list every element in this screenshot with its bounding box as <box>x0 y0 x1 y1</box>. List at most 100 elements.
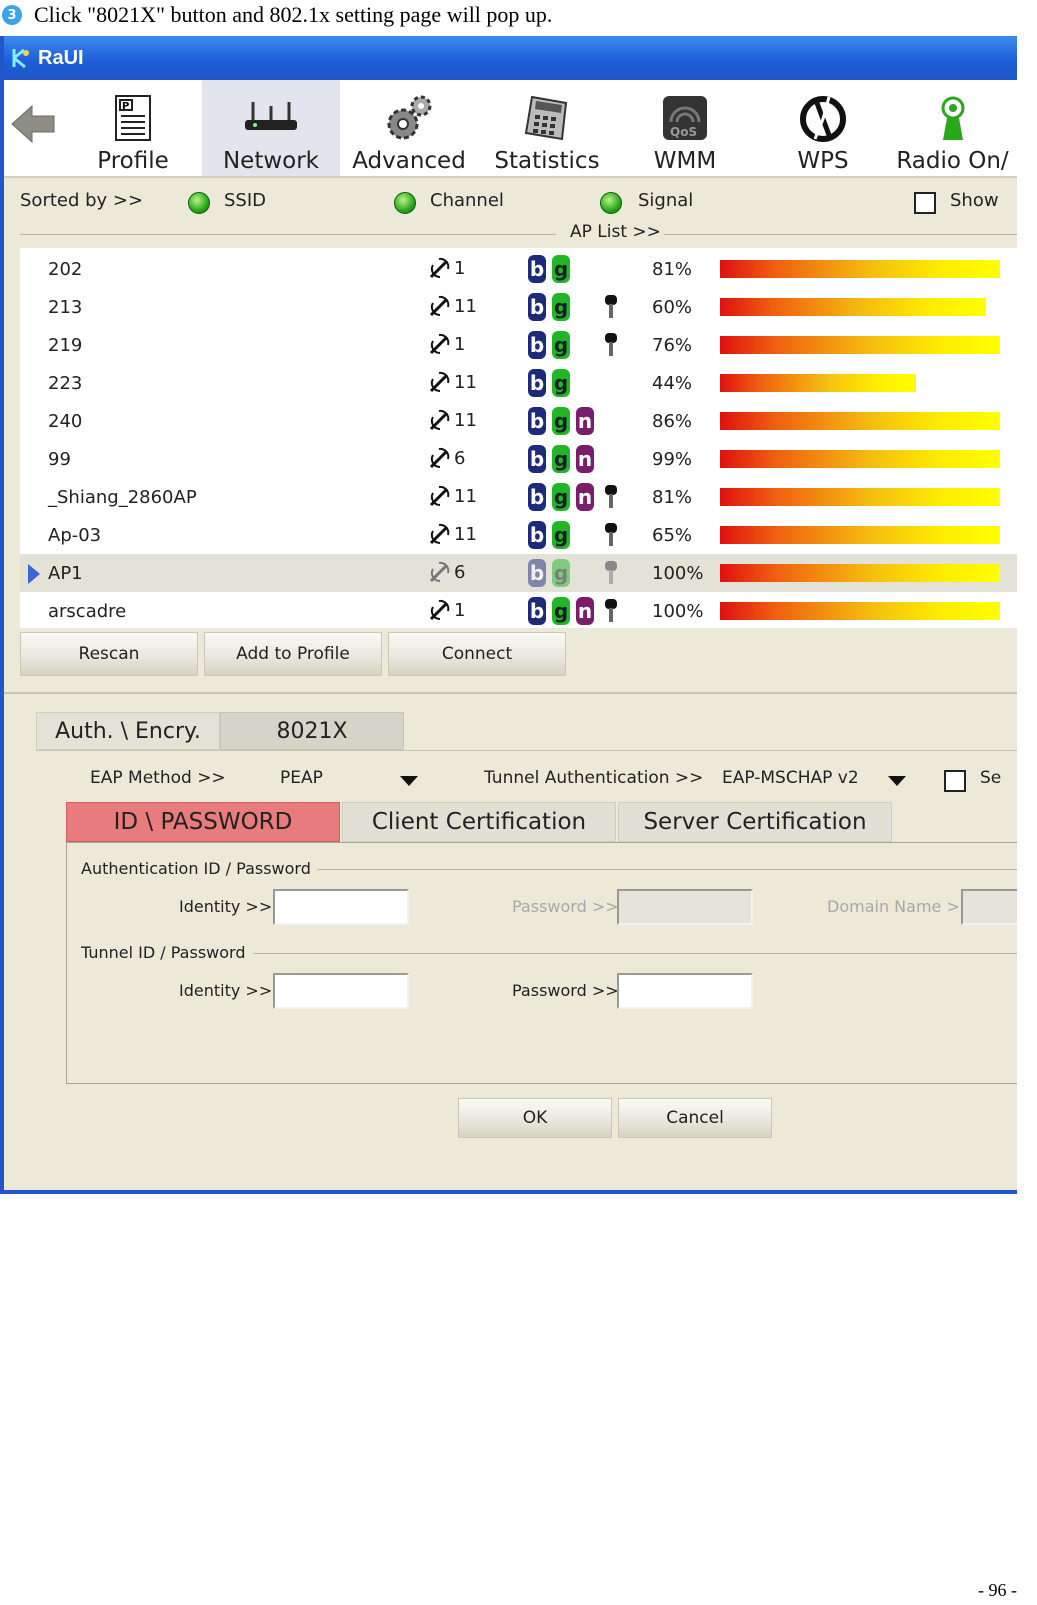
ok-button[interactable]: OK <box>458 1098 612 1138</box>
toolbar-wmm[interactable]: QoS WMM <box>616 80 754 176</box>
tunnel-password-input[interactable] <box>617 973 753 1009</box>
selected-arrow-icon <box>28 564 40 584</box>
show-checkbox[interactable] <box>914 192 936 214</box>
svg-text:P: P <box>122 101 129 112</box>
key-icon <box>604 294 618 320</box>
tunnel-identity-input[interactable] <box>273 973 409 1009</box>
sort-ssid-radio[interactable] <box>188 192 210 214</box>
cancel-button[interactable]: Cancel <box>618 1098 772 1138</box>
ap-list-header: AP List >> <box>20 222 1017 246</box>
signal-strength-bar <box>720 260 1000 278</box>
auth-password-input[interactable] <box>617 889 753 925</box>
signal-strength-bar <box>720 336 1000 354</box>
rescan-button[interactable]: Rescan <box>20 632 198 676</box>
tab-8021x[interactable]: 8021X <box>220 712 404 750</box>
toolbar-radio-label: Radio On/ <box>896 148 1009 174</box>
mode-g-icon: g <box>552 255 570 283</box>
tunnel-identity-label: Identity >> <box>179 981 273 1000</box>
mode-b-icon: b <box>528 369 546 397</box>
ap-row[interactable]: 219 1 b g 76% <box>20 326 1017 364</box>
sort-bar: Sorted by >> SSID Channel Signal Show <box>4 178 1017 222</box>
ap-row[interactable]: 223 11 b g 44% <box>20 364 1017 402</box>
ap-row[interactable]: 99 6 b g n 99% <box>20 440 1017 478</box>
sort-signal-radio[interactable] <box>600 192 622 214</box>
signal-strength-bar <box>720 488 1000 506</box>
ap-channel: 11 <box>428 521 477 547</box>
auth-group-title: Authentication ID / Password <box>81 859 311 878</box>
id-password-panel: Authentication ID / Password Identity >>… <box>66 842 1017 1084</box>
ap-channel-number: 11 <box>454 409 477 431</box>
ap-row[interactable]: arscadre 1 b g n 100% <box>20 592 1017 630</box>
auth-identity-input[interactable] <box>273 889 409 925</box>
ap-channel-number: 11 <box>454 523 477 545</box>
signal-strength-bar <box>720 412 1000 430</box>
ap-list-label: AP List >> <box>570 222 661 242</box>
toolbar-profile-label: Profile <box>97 148 169 174</box>
domain-name-input[interactable] <box>961 889 1017 925</box>
tab-id-password[interactable]: ID \ PASSWORD <box>66 802 340 842</box>
mode-b-icon: b <box>528 293 546 321</box>
signal-strength-bar <box>720 450 1000 468</box>
raui-logo-icon <box>10 47 32 69</box>
tabs-baseline <box>36 750 1017 751</box>
channel-icon <box>429 295 450 317</box>
back-arrow-icon[interactable] <box>10 100 58 148</box>
add-to-profile-button[interactable]: Add to Profile <box>204 632 382 676</box>
channel-icon <box>429 561 450 583</box>
ap-channel-number: 11 <box>454 295 477 317</box>
tab-server-certification[interactable]: Server Certification <box>618 802 892 842</box>
ap-signal-percent: 81% <box>652 487 693 508</box>
eap-method-dropdown-icon[interactable] <box>400 776 418 786</box>
mode-b-icon: b <box>528 255 546 283</box>
session-checkbox[interactable] <box>944 770 966 792</box>
mode-b-icon: b <box>528 597 546 625</box>
session-checkbox-label: Se <box>980 768 1002 788</box>
main-toolbar: P Profile Network Advanced Statistics Qo… <box>4 80 1017 178</box>
mode-g-icon: g <box>552 407 570 435</box>
ap-signal-percent: 65% <box>652 525 693 546</box>
domain-name-label: Domain Name >> <box>827 897 974 916</box>
radio-icon <box>923 90 983 146</box>
toolbar-radio[interactable]: Radio On/ <box>884 80 1017 176</box>
mode-g-icon: g <box>552 369 570 397</box>
connect-button[interactable]: Connect <box>388 632 566 676</box>
signal-strength-bar <box>720 374 916 392</box>
toolbar-profile[interactable]: P Profile <box>64 80 202 176</box>
ap-ssid: Ap-03 <box>48 525 102 546</box>
ap-row[interactable]: AP1 6 b g 100% <box>20 554 1017 592</box>
sort-channel-radio[interactable] <box>394 192 416 214</box>
toolbar-wmm-label: WMM <box>653 148 717 174</box>
ap-ssid: 223 <box>48 373 83 394</box>
sort-ssid-label: SSID <box>224 190 267 211</box>
signal-strength-bar <box>720 564 1000 582</box>
toolbar-network[interactable]: Network <box>202 80 340 176</box>
toolbar-advanced[interactable]: Advanced <box>340 80 478 176</box>
tunnel-auth-select[interactable]: EAP-MSCHAP v2 <box>722 768 859 788</box>
channel-icon <box>429 599 450 621</box>
tab-auth-encry[interactable]: Auth. \ Encry. <box>36 712 220 750</box>
ap-row[interactable]: _Shiang_2860AP 11 b g n 81% <box>20 478 1017 516</box>
toolbar-wps[interactable]: WPS <box>754 80 892 176</box>
ap-ssid: 213 <box>48 297 83 318</box>
channel-icon <box>429 257 450 279</box>
ap-row[interactable]: Ap-03 11 b g 65% <box>20 516 1017 554</box>
toolbar-statistics[interactable]: Statistics <box>478 80 616 176</box>
ap-channel-number: 1 <box>454 257 466 279</box>
ap-channel: 1 <box>428 255 465 281</box>
ap-row[interactable]: 213 11 b g 60% <box>20 288 1017 326</box>
step-number-badge: 3 <box>2 5 22 25</box>
mode-b-icon: b <box>528 483 546 511</box>
raui-window: RaUI P Profile Network Advanced Statisti… <box>0 36 1017 1194</box>
mode-b-icon: b <box>528 559 546 587</box>
mode-g-icon: g <box>552 483 570 511</box>
tab-client-certification[interactable]: Client Certification <box>342 802 616 842</box>
ap-row[interactable]: 202 1 b g 81% <box>20 250 1017 288</box>
network-icon <box>241 90 301 146</box>
channel-icon <box>429 409 450 431</box>
toolbar-statistics-label: Statistics <box>494 148 600 174</box>
ap-row[interactable]: 240 11 b g n 86% <box>20 402 1017 440</box>
channel-icon <box>429 333 450 355</box>
tunnel-auth-dropdown-icon[interactable] <box>888 776 906 786</box>
eap-method-select[interactable]: PEAP <box>280 768 323 788</box>
ap-ssid: arscadre <box>48 601 127 622</box>
